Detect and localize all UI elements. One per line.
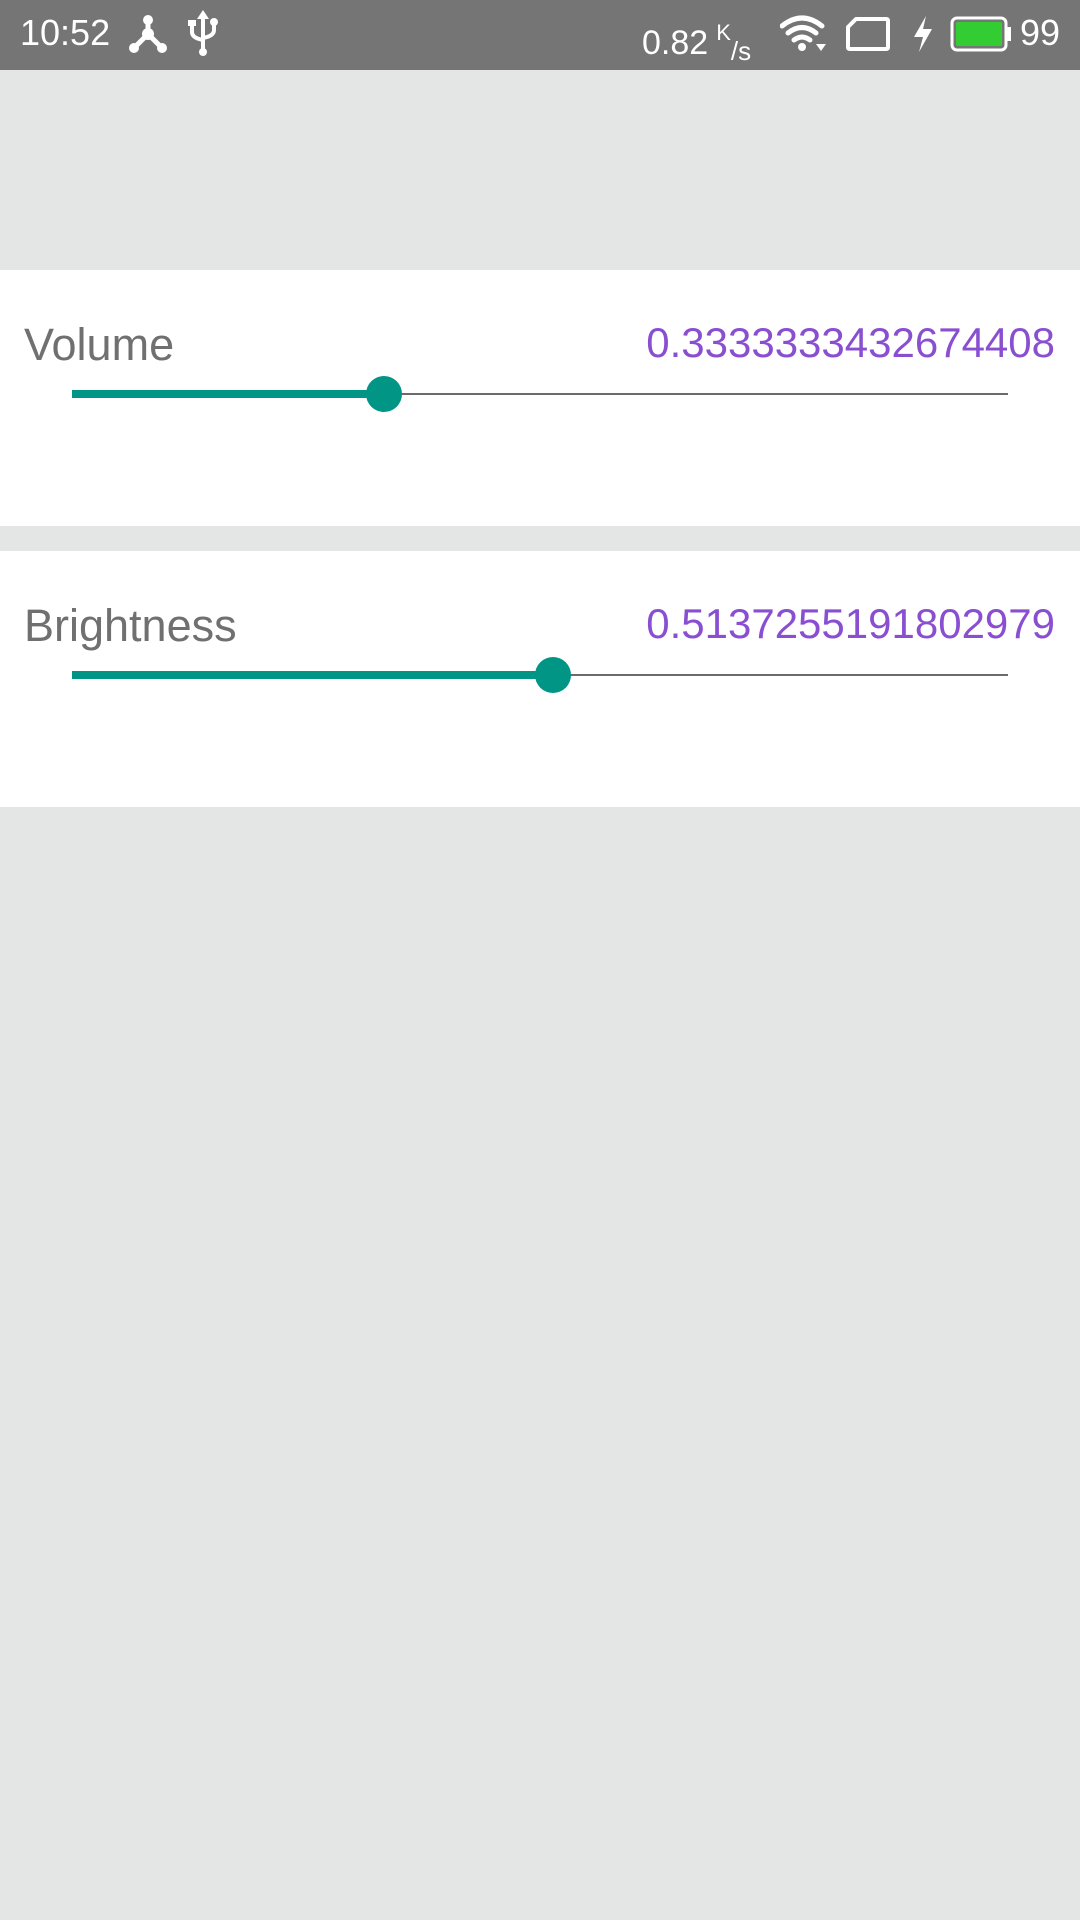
volume-slider-fill — [72, 390, 384, 398]
brightness-label: Brightness — [24, 600, 237, 651]
network-speed-unit-k: K — [716, 20, 731, 45]
volume-value: 0.3333333432674408 — [646, 319, 1055, 366]
network-speed-unit-s: /s — [730, 36, 752, 66]
network-speed-value: 0.82 — [642, 24, 709, 62]
volume-slider-thumb[interactable] — [366, 376, 402, 412]
brightness-value: 0.5137255191802979 — [646, 600, 1055, 647]
status-time: 10:52 — [20, 12, 111, 53]
charging-icon — [914, 16, 932, 52]
battery-level: 99 — [1020, 12, 1061, 53]
brightness-card: Brightness 0.5137255191802979 — [0, 551, 1080, 807]
status-bar: 10:52 0.82 K/s 99 — [0, 0, 1080, 70]
brightness-slider-fill — [72, 671, 553, 679]
usb-icon — [188, 10, 218, 56]
battery-icon — [950, 16, 1011, 52]
volume-label: Volume — [24, 319, 175, 370]
volume-slider[interactable] — [72, 374, 1008, 414]
share-hub-icon — [129, 15, 167, 53]
volume-card: Volume 0.3333333432674408 — [0, 270, 1080, 526]
brightness-slider[interactable] — [72, 655, 1008, 695]
screen-icon — [846, 17, 890, 51]
wifi-icon — [780, 15, 826, 51]
network-speed: 0.82 K/s — [642, 0, 751, 70]
brightness-slider-thumb[interactable] — [534, 657, 571, 693]
